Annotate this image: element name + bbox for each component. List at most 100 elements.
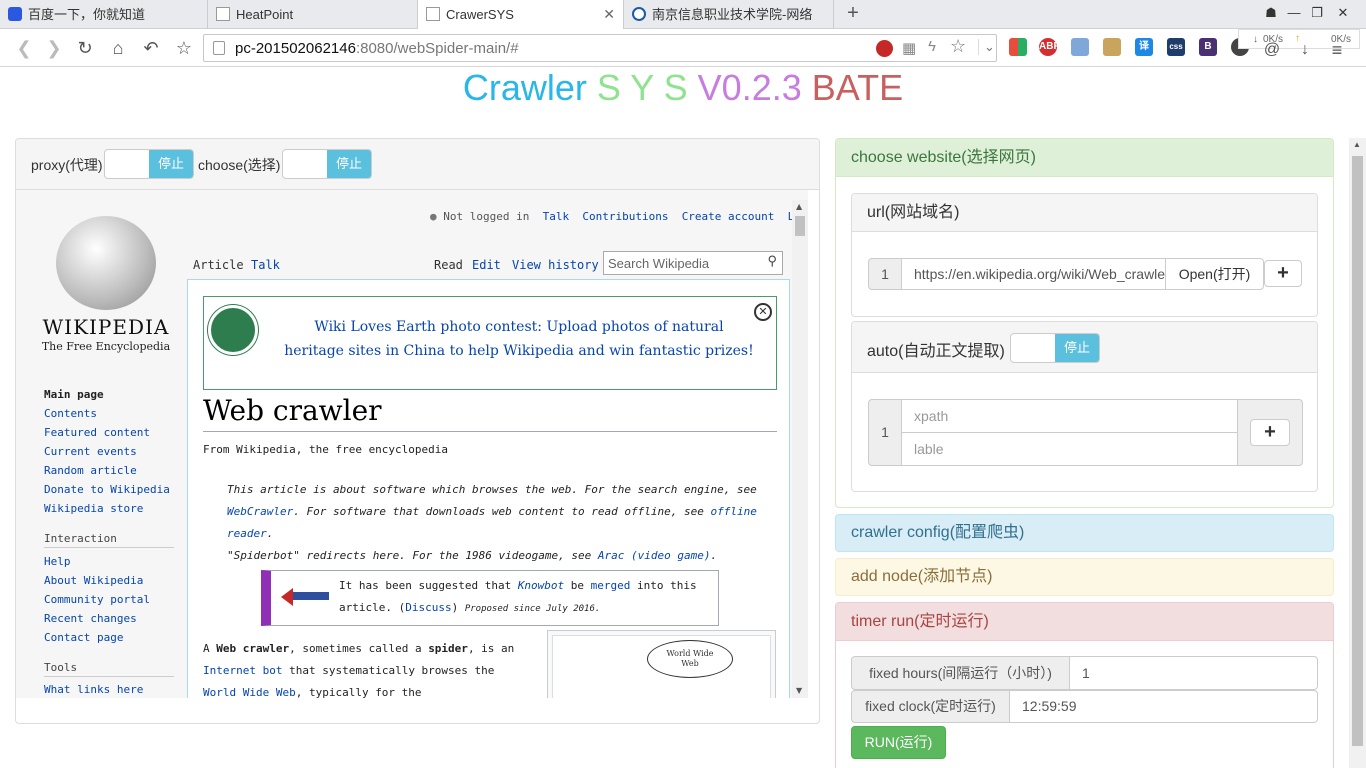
bootstrap-icon[interactable]: B xyxy=(1199,38,1217,56)
scroll-down-arrow-icon[interactable]: ▼ xyxy=(796,686,802,695)
title-part-sys: S Y S xyxy=(596,67,698,108)
merge-arrows-icon xyxy=(281,586,329,606)
tab-crawersys[interactable]: CrawerSYS ✕ xyxy=(418,0,624,30)
lightning-icon[interactable]: ϟ xyxy=(928,38,936,55)
undo-icon[interactable]: ↶ xyxy=(139,36,163,60)
user-icon: ● xyxy=(430,210,437,223)
close-tab-icon[interactable]: ✕ xyxy=(603,0,615,29)
back-arrow-icon[interactable]: ❮ xyxy=(12,36,36,60)
wikipedia-globe-logo-icon[interactable] xyxy=(56,216,156,310)
wiki-talk-link[interactable]: Talk xyxy=(543,210,570,223)
new-tab-plus-icon[interactable]: + xyxy=(842,3,864,25)
search-icon[interactable]: ⚲ xyxy=(767,254,777,269)
page-scrollbar[interactable]: ▲ xyxy=(1349,138,1366,768)
discuss-link[interactable]: Discuss xyxy=(405,601,451,614)
choose-website-heading[interactable]: choose website(选择网页) xyxy=(836,139,1333,177)
tab-view-history[interactable]: View history xyxy=(512,258,599,272)
tab-article[interactable]: Article xyxy=(193,258,244,272)
skin-icon[interactable]: ☗ xyxy=(1262,4,1280,22)
tab-read[interactable]: Read xyxy=(434,258,463,272)
wiki-banner: Wiki Loves Earth photo contest: Upload p… xyxy=(203,296,777,390)
forward-arrow-icon[interactable]: ❯ xyxy=(42,36,66,60)
fixed-hours-input[interactable]: 1 xyxy=(1069,656,1318,690)
wiki-search-input[interactable]: Search Wikipedia ⚲ xyxy=(603,251,783,275)
iframe-scrollbar-thumb[interactable] xyxy=(795,216,805,236)
knowbot-link[interactable]: Knowbot xyxy=(518,579,564,592)
add-node-panel[interactable]: add node(添加节点) xyxy=(835,558,1334,596)
css-icon[interactable]: css xyxy=(1167,38,1185,56)
qr-code-icon[interactable]: ▦ xyxy=(902,39,916,57)
fixed-clock-input[interactable]: 12:59:59 xyxy=(1009,690,1318,723)
iframe-scrollbar[interactable]: ▲ ▼ xyxy=(792,200,808,698)
tab-edit[interactable]: Edit xyxy=(472,258,501,272)
timer-run-heading[interactable]: timer run(定时运行) xyxy=(836,603,1333,641)
arac-link[interactable]: Arac (video game) xyxy=(598,549,711,562)
lable-input[interactable]: lable xyxy=(901,432,1238,466)
maximize-icon[interactable]: ❐ xyxy=(1308,4,1326,22)
wiki-nav-item[interactable]: Help xyxy=(44,552,184,571)
dropdown-chevron-icon[interactable]: ⌄ xyxy=(978,39,995,55)
wiki-create-account-link[interactable]: Create account xyxy=(682,210,775,223)
crawler-config-panel[interactable]: crawler config(配置爬虫) xyxy=(835,514,1334,552)
blocked-icon[interactable] xyxy=(876,40,893,57)
wiki-nav-item[interactable]: Donate to Wikipedia xyxy=(44,480,184,499)
tab-njcit[interactable]: 南京信息职业技术学院-网络 xyxy=(624,0,834,29)
page-scroll-up-icon[interactable]: ▲ xyxy=(1353,140,1361,149)
xpath-input[interactable]: xpath xyxy=(901,399,1238,433)
home-icon[interactable]: ⌂ xyxy=(106,36,130,60)
banner-close-icon[interactable]: ✕ xyxy=(754,303,772,321)
webpage-preview-frame[interactable]: WIKIPEDIA The Free Encyclopedia Main pag… xyxy=(16,190,808,698)
translate-icon[interactable]: 译 xyxy=(1135,38,1153,56)
page-info-icon[interactable] xyxy=(213,41,225,55)
choose-website-panel: choose website(选择网页) url(网站域名) 1 https:/… xyxy=(835,138,1334,508)
image-icon[interactable] xyxy=(1103,38,1121,56)
figure-image[interactable]: World Wide Web xyxy=(552,635,771,698)
wiki-nav-item[interactable]: Contents xyxy=(44,404,184,423)
tree-logo-icon xyxy=(208,305,258,355)
wiki-contributions-link[interactable]: Contributions xyxy=(582,210,668,223)
tab-baidu[interactable]: 百度一下，你就知道 xyxy=(0,0,208,29)
wiki-nav-item[interactable]: Main page xyxy=(44,385,184,404)
adblock-icon[interactable]: ABP xyxy=(1039,38,1060,56)
screenshot-icon[interactable] xyxy=(1071,38,1089,56)
auto-toggle[interactable]: 停止 xyxy=(1010,333,1100,363)
webcrawler-link[interactable]: WebCrawler xyxy=(227,505,293,518)
address-bar[interactable]: pc-201502062146:8080/webSpider-main/# ▦ … xyxy=(203,34,997,62)
banner-text[interactable]: Wiki Loves Earth photo contest: Upload p… xyxy=(284,315,754,363)
close-window-icon[interactable]: ✕ xyxy=(1334,4,1352,22)
url-input[interactable]: https://en.wikipedia.org/wiki/Web_crawle… xyxy=(901,258,1166,290)
wiki-nav-item[interactable]: About Wikipedia xyxy=(44,571,184,590)
url-host: pc-201502062146 xyxy=(235,40,356,57)
wiki-nav-item[interactable]: Random article xyxy=(44,461,184,480)
reload-icon[interactable]: ↻ xyxy=(73,36,97,60)
wiki-nav-item[interactable]: Current events xyxy=(44,442,184,461)
wiki-nav-item[interactable]: Featured content xyxy=(44,423,184,442)
scroll-up-arrow-icon[interactable]: ▲ xyxy=(796,202,802,211)
wiki-nav-item[interactable]: Wikipedia store xyxy=(44,499,184,518)
world-wide-web-link[interactable]: World Wide Web xyxy=(203,686,296,698)
wiki-nav-item[interactable]: Contact page xyxy=(44,628,184,647)
wiki-tools-heading: Tools xyxy=(44,661,174,677)
wiki-nav-item[interactable]: Recent changes xyxy=(44,609,184,628)
add-url-plus-icon[interactable]: + xyxy=(1264,260,1302,287)
tab-heatpoint[interactable]: HeatPoint xyxy=(208,0,418,29)
apps-grid-icon[interactable] xyxy=(1009,38,1027,56)
merged-link[interactable]: merged xyxy=(591,579,631,592)
minimize-icon[interactable]: — xyxy=(1285,4,1303,22)
run-button[interactable]: RUN(运行) xyxy=(851,726,946,759)
add-xpath-plus-icon[interactable]: + xyxy=(1250,419,1290,446)
spiral-icon[interactable]: @ xyxy=(1260,38,1284,62)
tab-talk[interactable]: Talk xyxy=(251,258,280,272)
web-cloud-shape: World Wide Web xyxy=(647,640,733,678)
proxy-toggle[interactable]: 停止 xyxy=(104,149,194,179)
choose-toggle[interactable]: 停止 xyxy=(282,149,372,179)
bookmark-star-icon[interactable]: ☆ xyxy=(172,36,196,60)
wiki-nav-item[interactable]: Community portal xyxy=(44,590,184,609)
internet-bot-link[interactable]: Internet bot xyxy=(203,664,282,677)
favorite-star-icon[interactable]: ☆ xyxy=(950,36,966,57)
open-button[interactable]: Open(打开) xyxy=(1165,258,1264,290)
menu-icon[interactable]: ≡ xyxy=(1325,38,1349,62)
wiki-nav-what-links-here[interactable]: What links here xyxy=(44,680,184,698)
download-icon[interactable]: ↓ xyxy=(1293,38,1317,62)
page-scrollbar-thumb[interactable] xyxy=(1352,156,1363,746)
